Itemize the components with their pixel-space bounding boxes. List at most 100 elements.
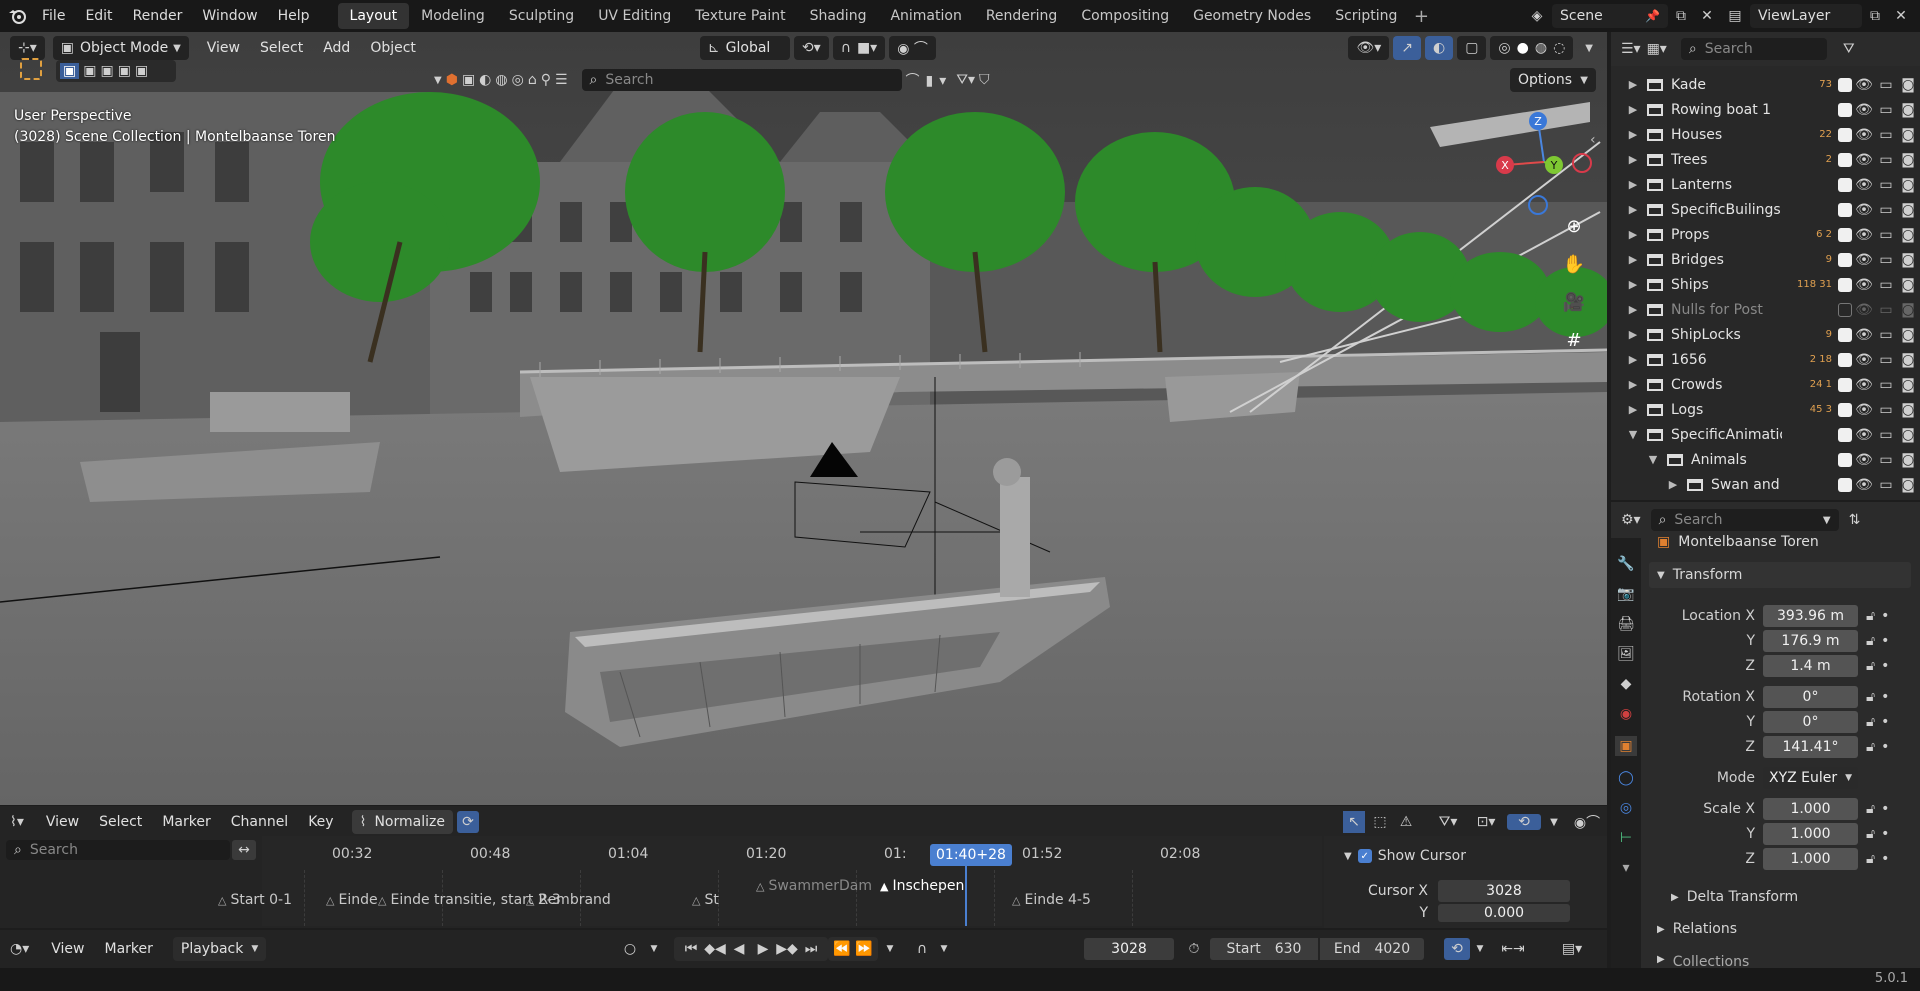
chevron-right-icon[interactable]: ▶ [1625, 253, 1641, 266]
record-icon[interactable]: ○ [618, 938, 642, 960]
eye-icon[interactable]: 👁 [1852, 477, 1876, 493]
camera-icon[interactable]: ◙ [1896, 252, 1920, 268]
play-icon[interactable]: ▶ [752, 941, 774, 957]
menu-select[interactable]: Select [252, 36, 311, 60]
3d-viewport[interactable]: ⊹▾ ▣ Object Mode ▼ View Select Add Objec… [0, 32, 1607, 805]
exclude-checkbox[interactable] [1838, 152, 1852, 167]
select-new-icon[interactable]: ▣ [60, 63, 80, 79]
exclude-checkbox[interactable] [1838, 227, 1852, 242]
chevron-right-icon[interactable]: ▶ [1625, 78, 1641, 91]
exclude-checkbox[interactable] [1838, 327, 1852, 342]
normalize-button[interactable]: ⌇ Normalize [351, 810, 453, 834]
location-x-field[interactable]: 393.96 m [1763, 605, 1858, 627]
outliner-row[interactable]: ▶ 1656 2 18 👁 ▭ ◙ [1611, 347, 1920, 372]
pin-icon[interactable]: 📌 [1645, 9, 1660, 23]
selection-mode-buttons[interactable]: ▣ ▣ ▣ ▣ ▣ [56, 60, 176, 82]
cursor-x-field[interactable]: 3028 [1438, 880, 1570, 902]
object-name-field[interactable]: ▣ Montelbaanse Toren [1657, 532, 1907, 552]
monitor-icon[interactable]: ▭ [1876, 477, 1896, 493]
relations-header[interactable]: ▶ Relations [1649, 918, 1911, 940]
select-subtract-icon[interactable]: ▣ [100, 63, 113, 79]
menu-render[interactable]: Render [123, 0, 193, 32]
current-frame-field[interactable]: 3028 [1084, 938, 1174, 960]
monitor-icon[interactable]: ▭ [1876, 227, 1896, 243]
camera-icon[interactable]: ◙ [1896, 402, 1920, 418]
monitor-icon[interactable]: ▭ [1876, 102, 1896, 118]
camera-icon[interactable]: ◙ [1896, 177, 1920, 193]
chevron-right-icon[interactable]: ▶ [1625, 278, 1641, 291]
select-intersect-icon[interactable]: ▣ [135, 63, 148, 79]
playhead-label[interactable]: 01:40+28 [930, 844, 1012, 866]
object-tab-icon[interactable]: ▣ [1615, 736, 1637, 756]
tool-select-box[interactable] [20, 58, 42, 80]
exclude-checkbox[interactable] [1838, 427, 1852, 442]
outliner-row[interactable]: ▼ Animals 👁 ▭ ◙ [1611, 447, 1920, 472]
tab-sculpting[interactable]: Sculpting [497, 3, 586, 29]
timeline-marker[interactable]: △ SwammerDam [756, 878, 872, 894]
chevron-right-icon[interactable]: ▶ [1625, 128, 1641, 141]
lock-icon[interactable]: 🔓︎ [1866, 658, 1875, 674]
exclude-checkbox[interactable] [1838, 402, 1852, 417]
camera-icon[interactable]: ◙ [1896, 77, 1920, 93]
outliner-row[interactable]: ▶ Props 6 2 👁 ▭ ◙ [1611, 222, 1920, 247]
filter-icon[interactable]: ⛛ [1843, 41, 1855, 57]
constraint-tab-icon[interactable]: ⊢ [1620, 830, 1632, 846]
scene-tab-icon[interactable]: ◆ [1621, 676, 1632, 692]
sidebar-toggle-icon[interactable]: ‹ [1590, 132, 1596, 148]
pb-menu-view[interactable]: View [43, 937, 92, 961]
camera-icon[interactable]: ◙ [1896, 102, 1920, 118]
keying-icon[interactable]: ∩ [910, 938, 934, 960]
monitor-icon[interactable]: ▭ [1876, 177, 1896, 193]
pin-icon[interactable]: ⇅ [1849, 512, 1861, 528]
chevron-down-icon[interactable]: ▼ [1545, 817, 1563, 828]
lock-icon[interactable]: 🔓︎ [1866, 801, 1875, 817]
menu-view[interactable]: View [199, 36, 248, 60]
keyframe-dot-icon[interactable]: • [1881, 739, 1889, 755]
monitor-icon[interactable]: ▭ [1876, 202, 1896, 218]
tab-layout[interactable]: Layout [337, 3, 410, 29]
outliner-row[interactable]: ▶ Logs 45 3 👁 ▭ ◙ [1611, 397, 1920, 422]
scale-z-field[interactable]: 1.000 [1763, 848, 1858, 870]
chevron-right-icon[interactable]: ▶ [1625, 378, 1641, 391]
eye-icon[interactable]: 👁 [1852, 152, 1876, 168]
tl-menu-select[interactable]: Select [91, 810, 150, 834]
rotation-mode-dropdown[interactable]: XYZ Euler ▼ [1763, 767, 1858, 789]
tab-texture-paint[interactable]: Texture Paint [683, 3, 797, 29]
select-extend-icon[interactable]: ▣ [83, 63, 96, 79]
keyframe-dot-icon[interactable]: • [1881, 608, 1889, 624]
tl-menu-key[interactable]: Key [300, 810, 341, 834]
eye-icon[interactable]: 👁 [1852, 227, 1876, 243]
outliner-row[interactable]: ▶ Trees 2 👁 ▭ ◙ [1611, 147, 1920, 172]
camera-icon[interactable]: ◙ [1896, 477, 1920, 493]
pivot-button[interactable]: ⟲▾ [793, 36, 829, 60]
chevron-right-icon[interactable]: ▶ [1665, 478, 1681, 491]
eye-icon[interactable]: 👁 [1852, 327, 1876, 343]
auto-keying-icon[interactable]: ⟲ [1444, 938, 1470, 960]
proportional-icon[interactable]: ◉⌒ [1567, 812, 1607, 832]
tab-animation[interactable]: Animation [878, 3, 973, 29]
monitor-icon[interactable]: ▭ [1876, 152, 1896, 168]
eye-icon[interactable]: 👁 [1852, 377, 1876, 393]
cursor-y-field[interactable]: 0.000 [1438, 904, 1570, 922]
jump-end-icon[interactable]: ⏭ [800, 941, 822, 957]
dopesheet-editor-icon[interactable]: ⌇▾ [10, 814, 24, 830]
viewlayer-selector[interactable]: ViewLayer [1750, 4, 1862, 28]
tool-tab-icon[interactable]: 🔧 [1617, 556, 1634, 572]
chevron-down-icon[interactable]: ▼ [1645, 453, 1661, 466]
lock-icon[interactable]: 🔓︎ [1866, 714, 1875, 730]
options-button[interactable]: Options ▼ [1510, 68, 1596, 92]
refresh-icon[interactable]: ⟳ [456, 811, 479, 833]
blender-logo-icon[interactable] [2, 0, 32, 32]
eye-icon[interactable]: 👁 [1852, 427, 1876, 443]
chevron-right-icon[interactable]: ▶ [1625, 153, 1641, 166]
exclude-checkbox[interactable] [1838, 352, 1852, 367]
delta-transform-header[interactable]: ▶ Delta Transform [1671, 886, 1798, 908]
grid-icon[interactable]: # [1560, 326, 1588, 354]
physics-tab-icon[interactable]: ◎ [1620, 800, 1632, 816]
remove-scene-icon[interactable]: ✕ [1694, 8, 1720, 24]
outliner-editor-icon[interactable]: ☰▾ [1621, 41, 1641, 57]
menu-add[interactable]: Add [315, 36, 358, 60]
camera-icon[interactable]: ◙ [1896, 277, 1920, 293]
camera-icon[interactable]: ◙ [1896, 352, 1920, 368]
chevron-right-icon[interactable]: ▶ [1625, 353, 1641, 366]
